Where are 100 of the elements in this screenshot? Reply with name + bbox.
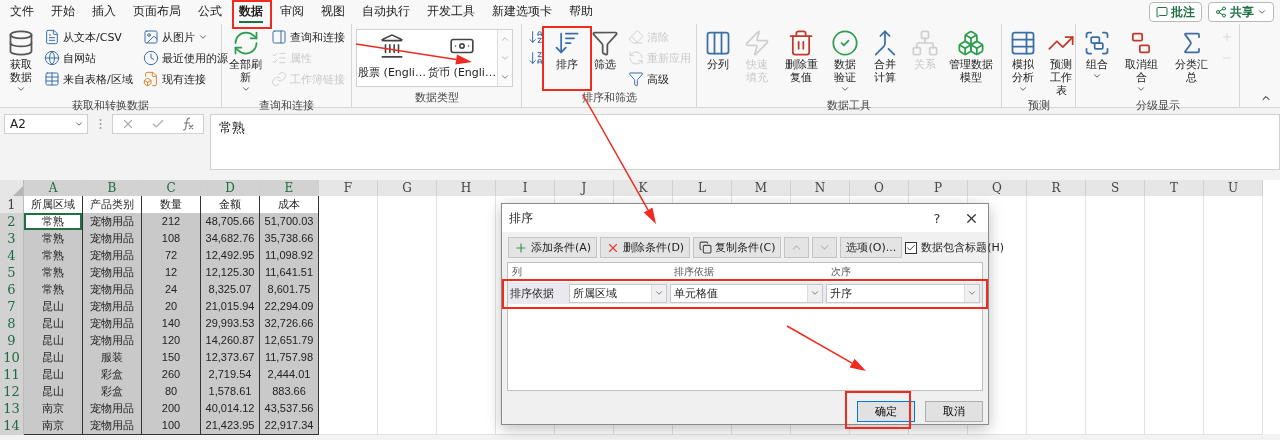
ribbon-button[interactable]: 现有连接 xyxy=(140,69,230,89)
ribbon-button[interactable]: 分列 xyxy=(701,27,735,73)
share-button[interactable]: 共享 xyxy=(1208,2,1274,22)
insert-function-button[interactable] xyxy=(181,117,195,131)
table-cell: 宠物用品 xyxy=(83,213,142,231)
table-cell: 产品类别 xyxy=(83,196,142,214)
menu-tab[interactable]: 文件 xyxy=(10,1,34,23)
columns-icon xyxy=(704,29,732,57)
row-header[interactable]: 2 xyxy=(0,213,24,231)
row-header[interactable]: 6 xyxy=(0,281,24,299)
menu-tab[interactable]: 开发工具 xyxy=(427,1,475,23)
globe-icon xyxy=(44,50,60,66)
row-header[interactable]: 10 xyxy=(0,349,24,367)
checklist-icon xyxy=(271,50,287,66)
ribbon-button[interactable]: 查询和连接 xyxy=(269,27,347,47)
comments-button[interactable]: 批注 xyxy=(1149,2,1202,22)
table-cell: 宠物用品 xyxy=(83,281,142,299)
scroll-up-button[interactable] xyxy=(498,30,512,49)
highlight-frame xyxy=(542,26,592,91)
table-cell: 服装 xyxy=(83,349,142,367)
row-header[interactable]: 4 xyxy=(0,247,24,265)
row-header[interactable]: 9 xyxy=(0,332,24,350)
table-cell: 昆山 xyxy=(24,349,83,367)
table-cell: 212 xyxy=(142,213,201,231)
toolbar-button[interactable]: 删除条件(D) xyxy=(600,237,691,258)
table-cell: 宠物用品 xyxy=(83,315,142,333)
ribbon-button[interactable]: 从文本/CSV xyxy=(42,27,135,47)
row-header[interactable]: 11 xyxy=(0,366,24,384)
dropdown[interactable]: 升序 xyxy=(826,283,980,303)
cancel-button[interactable] xyxy=(121,117,135,131)
menu-tab[interactable]: 插入 xyxy=(92,1,116,23)
caret-icon xyxy=(967,288,977,298)
ribbon-button[interactable]: 分类汇总 xyxy=(1168,27,1215,86)
table-cell xyxy=(437,417,496,435)
ok-button[interactable]: 确定 xyxy=(857,401,915,422)
row-header[interactable]: 14 xyxy=(0,417,24,435)
table-cell xyxy=(319,196,378,214)
table-cell: 12,125.30 xyxy=(201,264,260,282)
ribbon-button[interactable]: 自网站 xyxy=(42,48,135,68)
table-cell xyxy=(1145,417,1204,435)
row-header[interactable]: 3 xyxy=(0,230,24,248)
ribbon-button[interactable]: 筛选 xyxy=(588,27,622,73)
row-header[interactable]: 1 xyxy=(0,196,24,214)
ribbon-button[interactable]: 模拟分析 xyxy=(1006,27,1040,99)
ribbon-button[interactable]: 取消组合 xyxy=(1118,27,1165,99)
table-cell: 8,325.07 xyxy=(201,281,260,299)
menu-tab[interactable]: 新建选项卡 xyxy=(492,1,552,23)
ribbon-button[interactable]: 从图片 xyxy=(140,27,230,47)
dropdown[interactable]: 所属区域 xyxy=(569,283,667,303)
caret-icon xyxy=(16,84,26,94)
menu-tab[interactable]: 帮助 xyxy=(569,1,593,23)
data-type-option[interactable]: 货币 (Engli… xyxy=(427,30,497,86)
table-cell: 40,014.12 xyxy=(201,400,260,418)
ribbon-button[interactable]: 合并计算 xyxy=(867,27,904,86)
table-cell: 昆山 xyxy=(24,332,83,350)
condition-row[interactable]: 排序依据 所属区域 单元格值 升序 xyxy=(508,282,982,304)
ribbon-button[interactable]: 最近使用的源 xyxy=(140,48,230,68)
table-cell: 宠物用品 xyxy=(83,298,142,316)
menu-tab[interactable]: 公式 xyxy=(198,1,222,23)
menu-tab[interactable]: 视图 xyxy=(321,1,345,23)
ribbon-button[interactable]: 预测工作表 xyxy=(1044,27,1078,99)
ribbon-button[interactable]: 来自表格/区域 xyxy=(42,69,135,89)
toolbar-button[interactable]: 添加条件(A) xyxy=(508,237,598,258)
group-title: 查询和连接 xyxy=(258,99,315,113)
row-header[interactable]: 12 xyxy=(0,383,24,401)
toolbar-button[interactable]: 复制条件(C) xyxy=(693,237,782,258)
row-header[interactable]: 7 xyxy=(0,298,24,316)
data-type-option[interactable]: 股票 (Engli… xyxy=(357,30,427,86)
ribbon-button[interactable]: 获取数据 xyxy=(4,27,38,99)
table-cell xyxy=(378,417,437,435)
menu-tab[interactable]: 页面布局 xyxy=(133,1,181,23)
row-header[interactable]: 5 xyxy=(0,264,24,282)
table-cell xyxy=(1027,196,1086,214)
group-title: 分级显示 xyxy=(1134,99,1181,113)
cancel-button[interactable]: 取消 xyxy=(925,401,983,422)
row-header[interactable]: 8 xyxy=(0,315,24,333)
dropdown[interactable]: 单元格值 xyxy=(670,283,823,303)
table-cell: 29,993.53 xyxy=(201,315,260,333)
ribbon-button[interactable]: 排序 xyxy=(550,27,584,73)
share-icon xyxy=(1215,6,1227,18)
table-cell: 22,917.34 xyxy=(260,417,319,435)
menu-tab[interactable]: 审阅 xyxy=(280,1,304,23)
checkbox[interactable] xyxy=(905,241,918,254)
menu-tab[interactable]: 自动执行 xyxy=(362,1,410,23)
ribbon-button[interactable]: 删除重复值 xyxy=(779,27,824,86)
more-button[interactable] xyxy=(498,67,512,86)
toolbar-button[interactable]: 选项(O)... xyxy=(840,237,903,258)
ribbon-button[interactable]: 高级 xyxy=(626,69,693,89)
table-cell: 11,757.98 xyxy=(260,349,319,367)
enter-button[interactable] xyxy=(151,117,165,131)
ribbon-button[interactable]: 数据验证 xyxy=(827,27,864,99)
ribbon-button[interactable]: 组合 xyxy=(1080,27,1114,86)
ribbon-button[interactable]: 管理数据模型 xyxy=(945,27,997,86)
name-box[interactable]: A2 xyxy=(4,114,88,134)
table-cell: 2,719.54 xyxy=(201,366,260,384)
row-header[interactable]: 13 xyxy=(0,400,24,418)
menu-tab[interactable]: 开始 xyxy=(51,1,75,23)
checkbox-label[interactable]: 数据包含标题(H) xyxy=(921,240,1005,255)
help-button[interactable]: ? xyxy=(920,206,954,230)
formula-input[interactable]: 常熟 xyxy=(210,114,1280,170)
